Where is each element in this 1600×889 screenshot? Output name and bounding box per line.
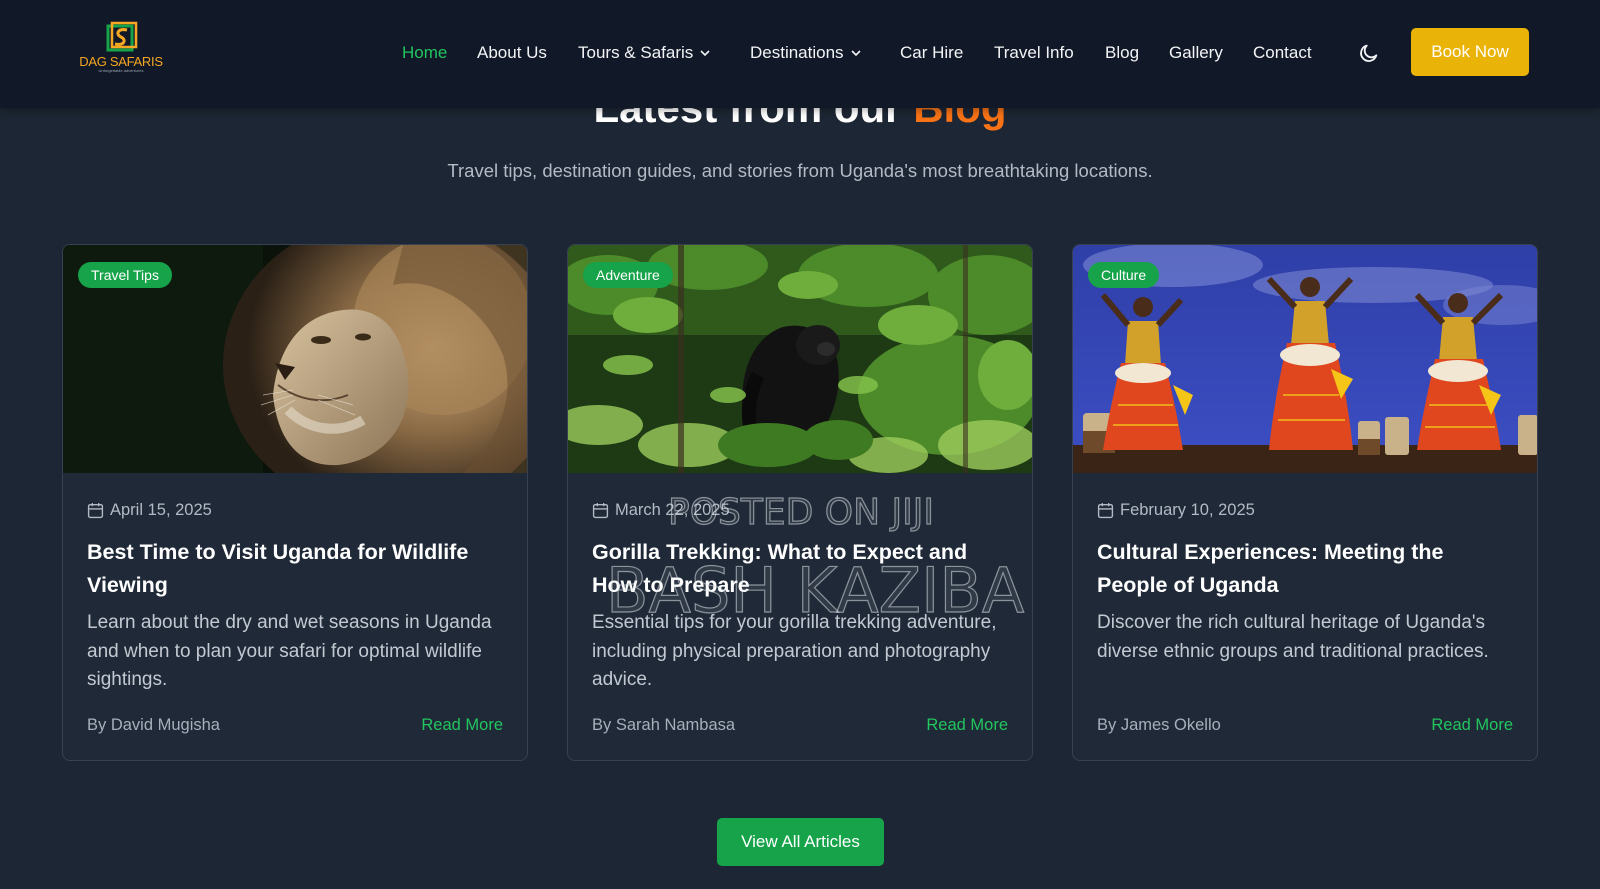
blog-card-image[interactable]: Culture bbox=[1073, 245, 1537, 473]
post-date-text: April 15, 2025 bbox=[110, 500, 212, 519]
post-author: By David Mugisha bbox=[87, 716, 220, 734]
read-more-link[interactable]: Read More bbox=[926, 716, 1008, 735]
view-all-articles-button[interactable]: View All Articles bbox=[717, 818, 884, 866]
calendar-icon bbox=[592, 502, 609, 518]
category-badge: Culture bbox=[1088, 262, 1160, 288]
post-title[interactable]: Cultural Experiences: Meeting the People… bbox=[1097, 536, 1517, 602]
blog-card: Adventure March 22, 2025 Gorilla Trekkin… bbox=[567, 244, 1033, 761]
post-author: By James Okello bbox=[1097, 716, 1221, 734]
read-more-link[interactable]: Read More bbox=[421, 716, 503, 735]
moon-icon bbox=[1360, 44, 1378, 62]
post-author: By Sarah Nambasa bbox=[592, 716, 736, 734]
read-more-link[interactable]: Read More bbox=[1431, 716, 1513, 735]
nav-about-us[interactable]: About Us bbox=[477, 40, 547, 66]
calendar-icon bbox=[87, 502, 104, 518]
calendar-icon bbox=[1097, 502, 1114, 518]
chevron-down-icon bbox=[850, 50, 861, 57]
post-excerpt: Discover the rich cultural heritage of U… bbox=[1097, 612, 1489, 662]
book-now-button[interactable]: Book Now bbox=[1411, 28, 1529, 76]
post-date-text: March 22, 2025 bbox=[615, 500, 730, 519]
nav-tours-safaris[interactable]: Tours & Safaris bbox=[578, 40, 711, 66]
nav-destinations[interactable]: Destinations bbox=[750, 40, 862, 66]
blog-card-image[interactable]: Travel Tips bbox=[63, 245, 527, 473]
post-date: April 15, 2025 bbox=[87, 500, 212, 520]
post-date: February 10, 2025 bbox=[1097, 500, 1255, 520]
nav-home[interactable]: Home bbox=[402, 40, 447, 66]
nav-gallery[interactable]: Gallery bbox=[1169, 40, 1223, 66]
theme-toggle-button[interactable] bbox=[1356, 40, 1382, 66]
nav-blog[interactable]: Blog bbox=[1105, 40, 1139, 66]
section-subtitle: Travel tips, destination guides, and sto… bbox=[447, 160, 1153, 181]
blog-card: Travel Tips April 15, 2025 Best Time to … bbox=[62, 244, 528, 761]
post-excerpt: Learn about the dry and wet seasons in U… bbox=[87, 612, 492, 690]
post-date: March 22, 2025 bbox=[592, 500, 730, 520]
category-badge: Travel Tips bbox=[78, 262, 172, 288]
nav-contact[interactable]: Contact bbox=[1253, 40, 1312, 66]
blog-card: Culture February 10, 2025 Cultural Exper… bbox=[1072, 244, 1538, 761]
post-title[interactable]: Gorilla Trekking: What to Expect and How… bbox=[592, 536, 1012, 602]
blog-card-image[interactable]: Adventure bbox=[568, 245, 1032, 473]
post-excerpt: Essential tips for your gorilla trekking… bbox=[592, 612, 997, 690]
nav-travel-info[interactable]: Travel Info bbox=[994, 40, 1074, 66]
post-date-text: February 10, 2025 bbox=[1120, 500, 1255, 519]
post-title[interactable]: Best Time to Visit Uganda for Wildlife V… bbox=[87, 536, 507, 602]
nav-car-hire[interactable]: Car Hire bbox=[900, 40, 963, 66]
site-header: DAG SAFARIS Unforgettable adventures Hom… bbox=[0, 0, 1600, 108]
chevron-down-icon bbox=[700, 50, 710, 57]
category-badge: Adventure bbox=[583, 262, 673, 288]
